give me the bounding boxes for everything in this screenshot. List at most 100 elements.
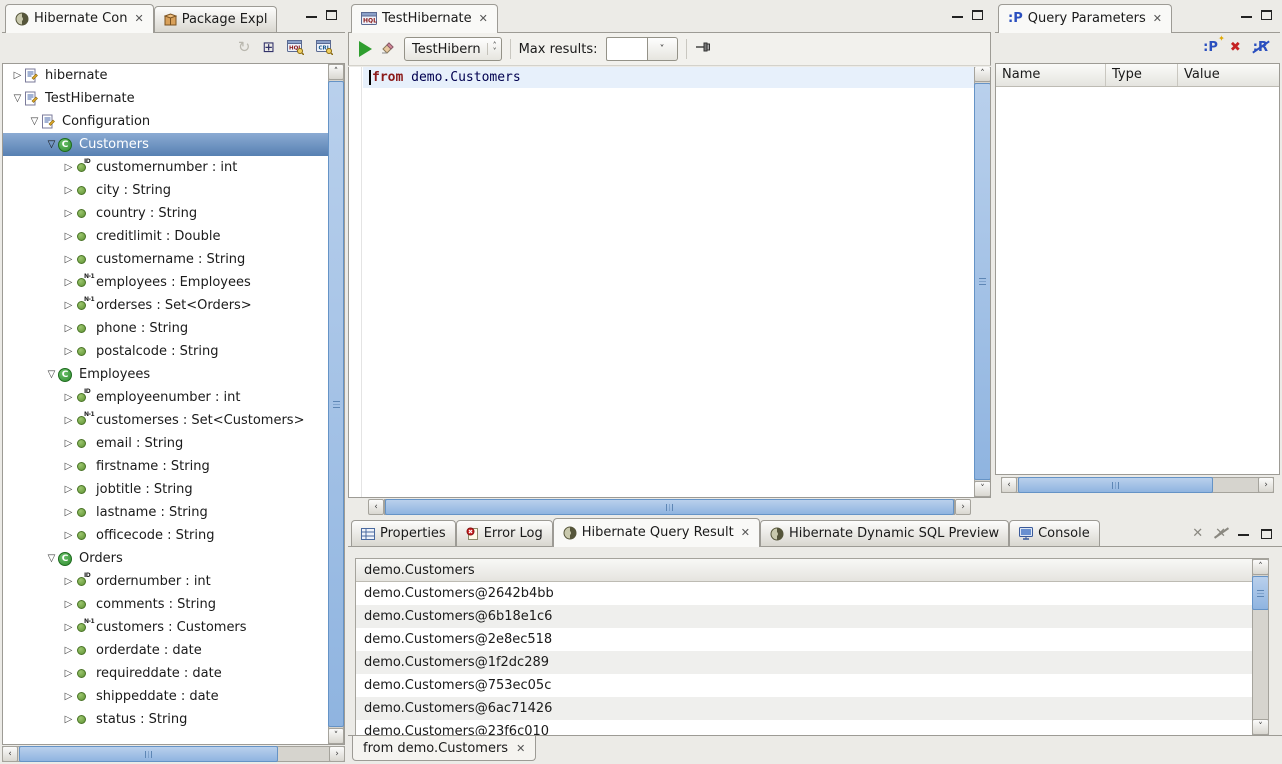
result-row[interactable]: demo.Customers@6b18e1c6 — [356, 605, 1252, 628]
close-icon[interactable]: ✕ — [514, 742, 525, 755]
add-configuration-icon[interactable]: ⊞ — [262, 40, 275, 55]
editor-body[interactable]: from demo.Customers ˄ ˅ — [348, 67, 991, 498]
expand-arrow-icon[interactable]: ▷ — [62, 645, 75, 656]
result-vertical-scrollbar[interactable]: ˄ ˅ — [1252, 559, 1268, 735]
tab-testhibernate-editor[interactable]: HQL TestHibernate ✕ — [351, 4, 498, 33]
open-hql-editor-icon[interactable]: HQL — [287, 40, 304, 55]
max-results-input[interactable] — [606, 37, 648, 61]
tab-query-result-from-demo-customers[interactable]: from demo.Customers ✕ — [352, 736, 536, 761]
combo-spinner-icon[interactable]: ˄˅ — [487, 43, 497, 55]
expand-arrow-icon[interactable]: ▷ — [62, 323, 75, 334]
scroll-right-icon[interactable]: › — [1258, 477, 1274, 493]
tree-item-orders[interactable]: ▽COrders — [3, 547, 328, 570]
expand-arrow-icon[interactable]: ▷ — [62, 415, 75, 426]
expand-arrow-icon[interactable]: ▷ — [62, 622, 75, 633]
scroll-up-icon[interactable]: ˄ — [1252, 559, 1269, 575]
tree-item-postalcode[interactable]: ▷postalcode : String — [3, 340, 328, 363]
open-criteria-editor-icon[interactable]: CRI — [316, 40, 333, 55]
expand-arrow-icon[interactable]: ▷ — [11, 70, 24, 81]
tree-item-shippeddate[interactable]: ▷shippeddate : date — [3, 685, 328, 708]
scroll-down-icon[interactable]: ˅ — [1252, 719, 1269, 735]
column-type[interactable]: Type — [1106, 64, 1178, 86]
connection-combo[interactable]: TestHibern ˄˅ — [404, 37, 502, 61]
close-result-icon[interactable]: ✕ — [1192, 526, 1203, 541]
close-icon[interactable]: ✕ — [739, 526, 750, 539]
tree-item-country[interactable]: ▷country : String — [3, 202, 328, 225]
tree-item-phone[interactable]: ▷phone : String — [3, 317, 328, 340]
scroll-down-icon[interactable]: ˅ — [974, 481, 991, 497]
clear-editor-icon[interactable] — [380, 40, 396, 58]
expand-arrow-icon[interactable]: ▷ — [62, 392, 75, 403]
tree-item-customername[interactable]: ▷customername : String — [3, 248, 328, 271]
code-area[interactable]: from demo.Customers — [363, 67, 974, 497]
result-row[interactable]: demo.Customers@6ac71426 — [356, 697, 1252, 720]
expand-arrow-icon[interactable]: ▷ — [62, 576, 75, 587]
refresh-icon[interactable]: ↻ — [238, 40, 251, 55]
scroll-up-icon[interactable]: ˄ — [328, 64, 344, 80]
tree-item-orderdate[interactable]: ▷orderdate : date — [3, 639, 328, 662]
expand-arrow-icon[interactable]: ▷ — [62, 185, 75, 196]
tab-properties[interactable]: Properties — [351, 520, 456, 546]
collapse-arrow-icon[interactable]: ▽ — [45, 139, 58, 150]
expand-arrow-icon[interactable]: ▷ — [62, 714, 75, 725]
tree-item-status[interactable]: ▷status : String — [3, 708, 328, 731]
remove-parameter-icon[interactable]: ✖ — [1230, 40, 1241, 55]
tab-query-parameters[interactable]: :P Query Parameters ✕ — [998, 4, 1172, 33]
scroll-left-icon[interactable]: ‹ — [1001, 477, 1017, 493]
tab-hibernate-query-result[interactable]: Hibernate Query Result ✕ — [553, 518, 760, 547]
scroll-right-icon[interactable]: › — [955, 499, 971, 515]
maximize-icon[interactable] — [972, 10, 983, 20]
minimize-icon[interactable] — [1241, 13, 1252, 18]
minimize-icon[interactable] — [306, 13, 317, 18]
maximize-icon[interactable] — [1261, 10, 1272, 20]
editor-horizontal-scrollbar[interactable]: ‹ › — [384, 499, 955, 515]
expand-arrow-icon[interactable]: ▷ — [62, 461, 75, 472]
run-hql-icon[interactable] — [359, 41, 372, 57]
tree-item-officecode[interactable]: ▷officecode : String — [3, 524, 328, 547]
tree-item-firstname[interactable]: ▷firstname : String — [3, 455, 328, 478]
editor-vertical-scrollbar[interactable]: ˄ ˅ — [974, 67, 990, 497]
result-row[interactable]: demo.Customers@1f2dc289 — [356, 651, 1252, 674]
tab-console[interactable]: Console — [1009, 520, 1100, 546]
tree-item-employees[interactable]: ▽CEmployees — [3, 363, 328, 386]
tab-hibernate-configurations[interactable]: Hibernate Con ✕ — [5, 4, 154, 33]
params-horizontal-scrollbar[interactable]: ‹ › — [1001, 477, 1274, 493]
close-icon[interactable]: ✕ — [477, 12, 488, 25]
tree-item-configuration[interactable]: ▽Configuration — [3, 110, 328, 133]
expand-arrow-icon[interactable]: ▷ — [62, 691, 75, 702]
tree-item-customers[interactable]: ▷N-1customers : Customers — [3, 616, 328, 639]
result-row[interactable]: demo.Customers@2642b4bb — [356, 582, 1252, 605]
close-icon[interactable]: ✕ — [1151, 12, 1162, 25]
tree-item-ordernumber[interactable]: ▷IDordernumber : int — [3, 570, 328, 593]
result-row[interactable]: demo.Customers@753ec05c — [356, 674, 1252, 697]
result-row[interactable]: demo.Customers@23f6c010 — [356, 720, 1252, 735]
minimize-icon[interactable] — [952, 13, 963, 18]
tree-item-orderses[interactable]: ▷N-1orderses : Set<Orders> — [3, 294, 328, 317]
tree-item-testhibernate[interactable]: ▽TestHibernate — [3, 87, 328, 110]
tab-error-log[interactable]: Error Log — [456, 520, 553, 546]
expand-arrow-icon[interactable]: ▷ — [62, 668, 75, 679]
tree-item-customers[interactable]: ▽CCustomers — [3, 133, 328, 156]
expand-arrow-icon[interactable]: ▷ — [62, 254, 75, 265]
expand-arrow-icon[interactable]: ▷ — [62, 277, 75, 288]
tree-item-customerses[interactable]: ▷N-1customerses : Set<Customers> — [3, 409, 328, 432]
expand-arrow-icon[interactable]: ▷ — [62, 484, 75, 495]
column-value[interactable]: Value — [1178, 64, 1279, 86]
scroll-up-icon[interactable]: ˄ — [974, 67, 991, 82]
expand-arrow-icon[interactable]: ▷ — [62, 300, 75, 311]
scroll-down-icon[interactable]: ˅ — [328, 728, 344, 744]
add-parameter-icon[interactable]: :P✦ — [1203, 40, 1218, 55]
tree-item-customernumber[interactable]: ▷IDcustomernumber : int — [3, 156, 328, 179]
result-row[interactable]: demo.Customers@2e8ec518 — [356, 628, 1252, 651]
expand-arrow-icon[interactable]: ▷ — [62, 530, 75, 541]
close-all-results-icon[interactable]: ✕ — [1215, 526, 1226, 541]
tree-item-requireddate[interactable]: ▷requireddate : date — [3, 662, 328, 685]
collapse-arrow-icon[interactable]: ▽ — [28, 116, 41, 127]
max-results-dropdown-icon[interactable]: ˅ — [648, 37, 678, 61]
expand-arrow-icon[interactable]: ▷ — [62, 231, 75, 242]
tree-item-comments[interactable]: ▷comments : String — [3, 593, 328, 616]
expand-arrow-icon[interactable]: ▷ — [62, 507, 75, 518]
tree-item-employees[interactable]: ▷N-1employees : Employees — [3, 271, 328, 294]
minimize-icon[interactable] — [1238, 531, 1249, 536]
tab-hibernate-dynamic-sql-preview[interactable]: Hibernate Dynamic SQL Preview — [760, 520, 1009, 546]
